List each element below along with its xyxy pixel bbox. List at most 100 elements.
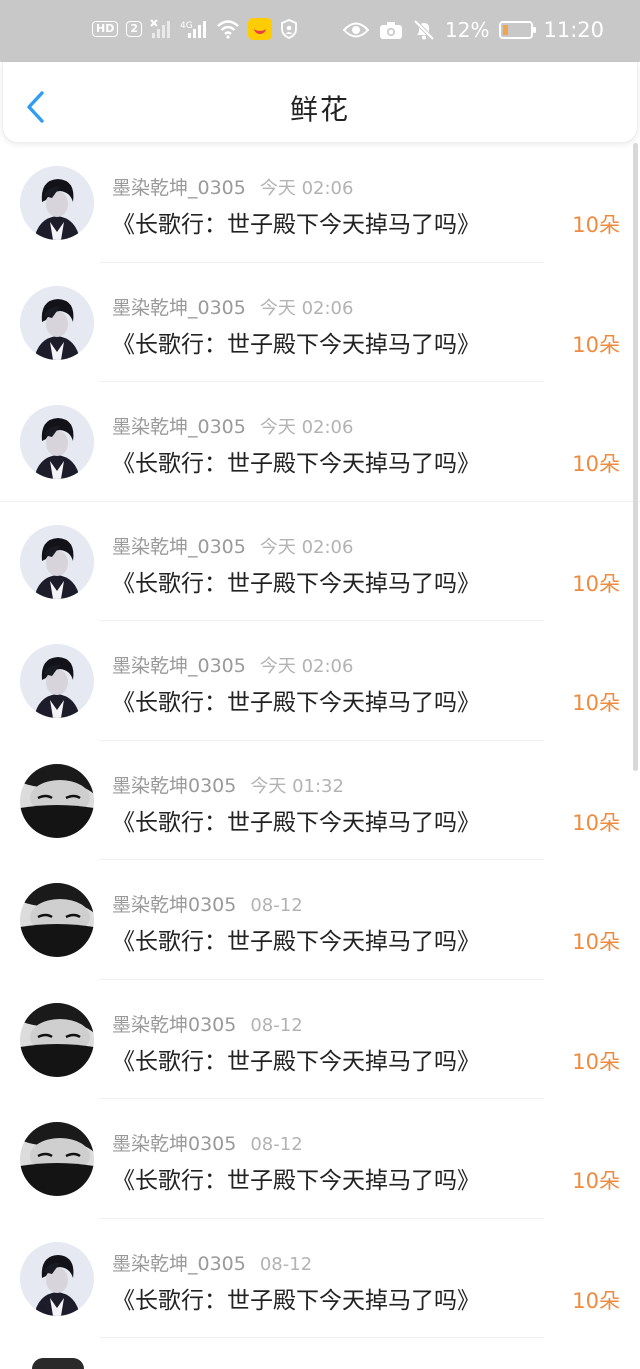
avatar[interactable]: [20, 1002, 94, 1077]
username[interactable]: 墨染乾坤_0305: [112, 416, 246, 438]
avatar-image: [20, 524, 94, 599]
username[interactable]: 墨染乾坤_0305: [112, 297, 246, 319]
shield-icon: [280, 19, 298, 39]
avatar-image: [20, 1002, 94, 1077]
flower-count: 10朵: [572, 571, 620, 596]
status-bar: HD 2 4G 12% 11:20: [0, 0, 640, 62]
avatar-image: [20, 763, 94, 838]
item-meta: 墨染乾坤_0305 08-12: [112, 1249, 312, 1276]
item-meta: 墨染乾坤_0305 今天 02:06: [112, 651, 353, 678]
timestamp: 今天 02:06: [259, 536, 354, 558]
list-item[interactable]: 墨染乾坤0305 08-12 《长歌行：世子殿下今天掉马了吗》 10朵: [0, 860, 640, 980]
book-title[interactable]: 《长歌行：世子殿下今天掉马了吗》: [112, 922, 480, 956]
item-meta: 墨染乾坤0305 08-12: [112, 890, 303, 917]
item-meta: 墨染乾坤_0305 今天 02:06: [112, 532, 353, 559]
status-left-icons: HD 2 4G: [92, 18, 298, 40]
avatar[interactable]: [20, 763, 94, 838]
list-item[interactable]: 墨染乾坤_0305 今天 02:06 《长歌行：世子殿下今天掉马了吗》 10朵: [0, 263, 640, 383]
timestamp: 08-12: [250, 1014, 303, 1036]
avatar-image: [20, 1122, 94, 1196]
username[interactable]: 墨染乾坤_0305: [112, 536, 246, 558]
flower-count: 10朵: [572, 1169, 620, 1193]
hd-badge: HD: [92, 21, 119, 37]
list-item[interactable]: 墨染乾坤0305 08-12 《长歌行：世子殿下今天掉马了吗》 10朵: [0, 980, 640, 1100]
app-notification-icon: [248, 18, 272, 40]
wifi-icon: [216, 19, 240, 39]
sim-badge: 2: [126, 21, 142, 37]
avatar[interactable]: [20, 883, 94, 957]
status-right-icons: 12% 11:20: [343, 18, 604, 42]
flower-count: 10朵: [572, 930, 620, 954]
app-header: 鲜花: [2, 62, 638, 143]
timestamp: 今天 02:06: [259, 417, 354, 438]
flower-count: 10朵: [572, 810, 620, 835]
book-title[interactable]: 《长歌行：世子殿下今天掉马了吗》: [112, 564, 480, 598]
avatar[interactable]: [20, 166, 94, 240]
avatar-partial: [32, 1358, 84, 1369]
flower-record-list: 墨染乾坤_0305 今天 02:06 《长歌行：世子殿下今天掉马了吗》 10朵 墨…: [0, 143, 640, 1338]
list-item[interactable]: 墨染乾坤_0305 今天 02:06 《长歌行：世子殿下今天掉马了吗》 10朵: [0, 621, 640, 741]
list-item[interactable]: 墨染乾坤_0305 08-12 《长歌行：世子殿下今天掉马了吗》 10朵: [0, 1219, 640, 1339]
timestamp: 08-12: [250, 895, 303, 916]
book-title[interactable]: 《长歌行：世子殿下今天掉马了吗》: [112, 803, 480, 837]
flower-count: 10朵: [572, 691, 620, 715]
avatar[interactable]: [20, 285, 94, 360]
battery-percent: 12%: [445, 18, 490, 42]
list-item[interactable]: 墨染乾坤_0305 今天 02:06 《长歌行：世子殿下今天掉马了吗》 10朵: [0, 143, 640, 263]
item-meta: 墨染乾坤_0305 今天 02:06: [112, 293, 353, 320]
item-meta: 墨染乾坤_0305 今天 02:06: [112, 173, 353, 200]
timestamp: 今天 02:06: [259, 297, 354, 319]
username[interactable]: 墨染乾坤0305: [112, 1014, 236, 1036]
eye-icon: [343, 21, 370, 39]
timestamp: 08-12: [250, 1134, 303, 1155]
book-title[interactable]: 《长歌行：世子殿下今天掉马了吗》: [112, 444, 480, 478]
list-item[interactable]: 墨染乾坤0305 今天 01:32 《长歌行：世子殿下今天掉马了吗》 10朵: [0, 741, 640, 861]
avatar-image: [20, 285, 94, 360]
avatar-image: [20, 1241, 94, 1316]
list-item[interactable]: 墨染乾坤_0305 今天 02:06 《长歌行：世子殿下今天掉马了吗》 10朵: [0, 502, 640, 622]
flower-count: 10朵: [572, 452, 620, 476]
book-title[interactable]: 《长歌行：世子殿下今天掉马了吗》: [112, 205, 480, 239]
scrollbar[interactable]: [633, 143, 638, 771]
username[interactable]: 墨染乾坤0305: [112, 894, 236, 916]
book-title[interactable]: 《长歌行：世子殿下今天掉马了吗》: [112, 1161, 480, 1195]
item-meta: 墨染乾坤0305 08-12: [112, 1129, 303, 1156]
avatar[interactable]: [20, 1241, 94, 1316]
flower-count: 10朵: [572, 213, 620, 237]
timestamp: 08-12: [259, 1253, 313, 1275]
clock: 11:20: [543, 18, 604, 42]
username[interactable]: 墨染乾坤_0305: [112, 1253, 246, 1275]
signal-4g-icon: 4G: [180, 19, 208, 39]
flower-count: 10朵: [572, 1049, 620, 1074]
username[interactable]: 墨染乾坤0305: [112, 775, 236, 797]
bell-off-icon: [413, 19, 435, 41]
item-meta: 墨染乾坤0305 08-12: [112, 1010, 303, 1037]
timestamp: 今天 01:32: [250, 775, 344, 797]
avatar-image: [20, 883, 94, 957]
book-title[interactable]: 《长歌行：世子殿下今天掉马了吗》: [112, 1042, 480, 1076]
avatar[interactable]: [20, 405, 94, 479]
username[interactable]: 墨染乾坤_0305: [112, 177, 246, 199]
item-meta: 墨染乾坤0305 今天 01:32: [112, 771, 344, 798]
avatar-image: [20, 644, 94, 718]
avatar[interactable]: [20, 1122, 94, 1196]
timestamp: 今天 02:06: [259, 656, 354, 677]
avatar[interactable]: [20, 644, 94, 718]
camera-icon: [379, 20, 403, 40]
avatar-image: [20, 166, 94, 240]
page-title: 鲜花: [289, 93, 350, 126]
book-title[interactable]: 《长歌行：世子殿下今天掉马了吗》: [112, 683, 480, 717]
avatar[interactable]: [20, 524, 94, 599]
username[interactable]: 墨染乾坤_0305: [112, 655, 246, 677]
signal-off-icon: [150, 19, 172, 39]
svg-text:4G: 4G: [180, 21, 193, 31]
username[interactable]: 墨染乾坤0305: [112, 1133, 236, 1155]
battery-icon: [499, 21, 537, 39]
book-title[interactable]: 《长歌行：世子殿下今天掉马了吗》: [112, 325, 480, 359]
book-title[interactable]: 《长歌行：世子殿下今天掉马了吗》: [112, 1281, 480, 1315]
list-item[interactable]: 墨染乾坤_0305 今天 02:06 《长歌行：世子殿下今天掉马了吗》 10朵: [0, 382, 640, 502]
timestamp: 今天 02:06: [259, 178, 354, 199]
item-meta: 墨染乾坤_0305 今天 02:06: [112, 412, 353, 439]
list-item[interactable]: 墨染乾坤0305 08-12 《长歌行：世子殿下今天掉马了吗》 10朵: [0, 1099, 640, 1219]
avatar-image: [20, 405, 94, 479]
